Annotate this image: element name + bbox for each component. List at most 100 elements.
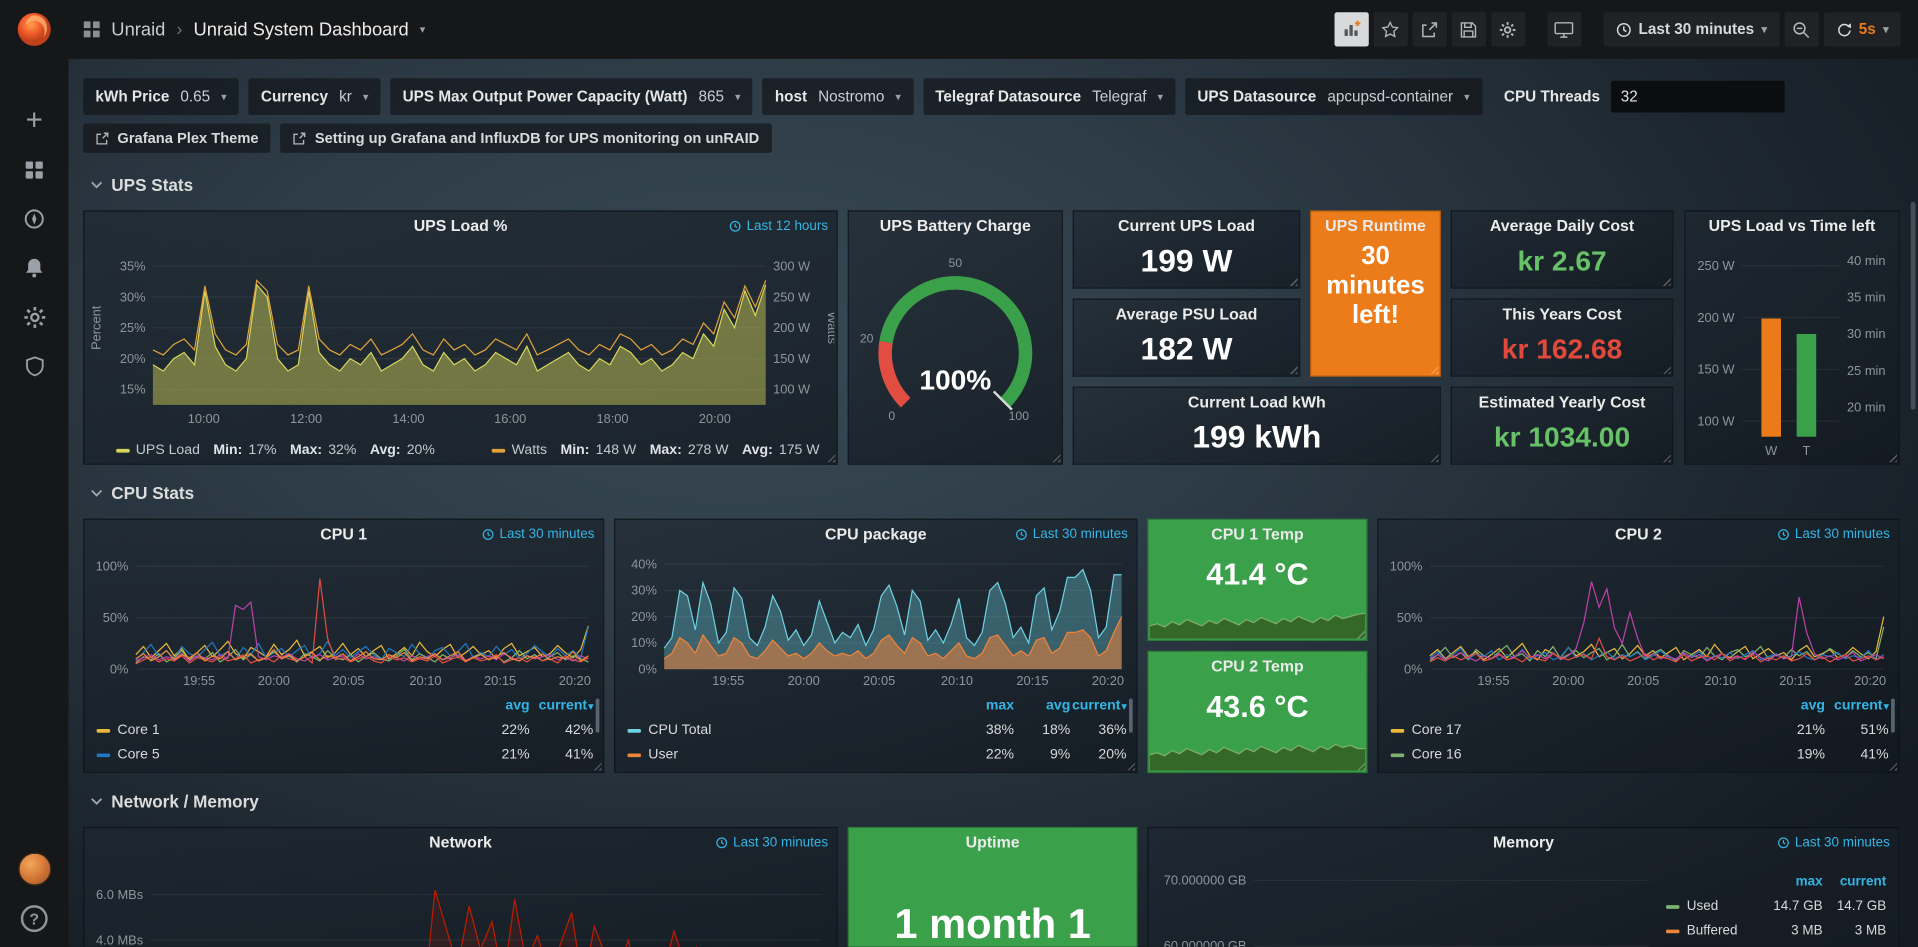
legend-header-current[interactable]: current▾ <box>1070 698 1126 713</box>
legend-item[interactable]: UPS Load Min:17% Max:32% Avg:20% <box>116 443 435 458</box>
dashboard-link-grafana-plex-theme[interactable]: Grafana Plex Theme <box>83 124 271 153</box>
dashboard-link-ups-monitoring-guide[interactable]: Setting up Grafana and InfluxDB for UPS … <box>281 124 772 153</box>
panel-title[interactable]: UPS Runtime <box>1311 212 1439 241</box>
svg-text:20%: 20% <box>631 609 657 624</box>
variable-ups-max-output[interactable]: UPS Max Output Power Capacity (Watt) 865… <box>390 78 752 115</box>
panel-time-override: Last 30 minutes <box>716 835 828 850</box>
panel-title[interactable]: Current UPS Load <box>1074 212 1299 241</box>
svg-text:20:05: 20:05 <box>863 673 895 688</box>
save-dashboard-button[interactable] <box>1451 12 1485 46</box>
legend-header-current[interactable]: current▾ <box>530 698 594 713</box>
sidebar-alerting-button[interactable] <box>0 243 68 292</box>
sidebar-configuration-button[interactable] <box>0 292 68 341</box>
ups-load-vs-time-chart[interactable]: 100 W150 W200 W250 W20 min25 min30 min35… <box>1686 241 1899 459</box>
variable-label: Telegraf Datasource <box>935 88 1081 105</box>
dashboard-settings-button[interactable] <box>1491 12 1525 46</box>
variable-ups-datasource[interactable]: UPS Datasource apcupsd-container ▾ <box>1185 78 1482 115</box>
link-label: Grafana Plex Theme <box>117 130 258 147</box>
variable-host[interactable]: host Nostromo ▾ <box>763 78 914 115</box>
cpu-threads-input[interactable] <box>1611 81 1785 113</box>
row-header-ups-stats[interactable]: UPS Stats <box>91 175 194 195</box>
external-link-icon <box>293 131 306 144</box>
user-avatar[interactable] <box>18 853 51 886</box>
cpu2-chart[interactable]: 0%50%100%19:5520:0020:0520:1020:1520:20 <box>1381 549 1896 688</box>
legend-series-name[interactable]: Core 5 <box>97 747 466 762</box>
panel-title[interactable]: Estimated Yearly Cost <box>1452 388 1672 417</box>
refresh-picker[interactable]: 5s ▾ <box>1823 12 1901 46</box>
panel-title[interactable]: CPU 1 Temp <box>1149 520 1367 549</box>
cycle-view-button[interactable] <box>1547 12 1581 46</box>
link-label: Setting up Grafana and InfluxDB for UPS … <box>315 130 759 147</box>
ups-load-chart[interactable]: 15%20%25%30%35%100 W150 W200 W250 W300 W… <box>87 241 834 427</box>
panel-resize-handle[interactable] <box>824 451 835 462</box>
sort-caret-icon: ▾ <box>1122 701 1127 712</box>
legend-scrollbar[interactable] <box>596 698 600 732</box>
legend-scrollbar[interactable] <box>1891 698 1895 732</box>
panel-title[interactable]: CPU 2 Temp <box>1149 652 1367 681</box>
legend-series-name[interactable]: User <box>628 747 958 762</box>
panel-title[interactable]: UPS Battery Charge <box>849 212 1062 241</box>
variable-telegraf-datasource[interactable]: Telegraf Datasource Telegraf ▾ <box>923 78 1175 115</box>
grafana-logo[interactable] <box>13 9 55 51</box>
legend-header-avg[interactable]: avg <box>466 698 530 713</box>
dashboard-title[interactable]: Unraid System Dashboard <box>193 19 408 40</box>
sidebar-create-button[interactable]: + <box>0 97 68 146</box>
panel-average-daily-cost: Average Daily Cost kr 2.67 <box>1451 210 1674 288</box>
legend-series-name[interactable]: CPU Total <box>628 723 958 738</box>
legend-series-name: UPS Load <box>136 443 200 458</box>
legend-series-name[interactable]: Core 1 <box>97 723 466 738</box>
clock-icon <box>482 528 494 540</box>
sidebar-admin-button[interactable] <box>0 341 68 390</box>
network-chart[interactable]: 2.0 MBs4.0 MBs6.0 MBs <box>87 857 834 946</box>
memory-chart[interactable]: 50.000000 GB60.000000 GB70.000000 GB <box>1151 857 1659 946</box>
grafana-app: + ? Unraid › Unraid System Dashboard ▾ <box>0 0 1918 947</box>
legend-header-max[interactable]: max <box>1759 875 1823 890</box>
panel-title[interactable]: Average Daily Cost <box>1452 212 1672 241</box>
panel-cpu1-temp: CPU 1 Temp 41.4 °C <box>1147 519 1367 641</box>
chevron-down-icon[interactable]: ▾ <box>420 23 426 36</box>
chevron-down-icon: ▾ <box>735 90 741 103</box>
legend-item[interactable]: Watts Min:148 W Max:278 W Avg:175 W <box>492 443 819 458</box>
legend-header-avg[interactable]: avg <box>1761 698 1825 713</box>
row-header-cpu-stats[interactable]: CPU Stats <box>91 483 195 503</box>
legend-header-current[interactable]: current <box>1823 875 1887 890</box>
sidebar-explore-button[interactable] <box>0 194 68 243</box>
legend-series-name[interactable]: Core 16 <box>1391 747 1762 762</box>
panel-title[interactable]: Uptime <box>849 828 1136 857</box>
legend-series-name[interactable]: Used <box>1666 899 1759 914</box>
panel-title[interactable]: Average PSU Load <box>1074 300 1299 329</box>
sidebar-dashboards-button[interactable] <box>0 146 68 195</box>
cpu1-chart[interactable]: 0%50%100%19:5520:0020:0520:1020:1520:20 <box>87 549 601 688</box>
panel-title[interactable]: UPS Load % <box>84 212 836 241</box>
legend-stat-label: Max: <box>650 443 682 458</box>
panel-title[interactable]: Current Load kWh <box>1074 388 1440 417</box>
share-icon <box>1420 20 1438 38</box>
legend-header-avg[interactable]: avg <box>1014 698 1070 713</box>
svg-text:30%: 30% <box>120 289 146 304</box>
svg-text:20:20: 20:20 <box>1854 673 1886 688</box>
share-dashboard-button[interactable] <box>1412 12 1446 46</box>
legend-series-name[interactable]: Buffered <box>1666 924 1759 939</box>
help-icon[interactable]: ? <box>21 905 48 932</box>
variable-kwh-price[interactable]: kWh Price 0.65 ▾ <box>83 78 239 115</box>
legend-scrollbar[interactable] <box>1129 698 1133 732</box>
main-scrollbar[interactable] <box>1911 202 1916 410</box>
star-dashboard-button[interactable] <box>1373 12 1407 46</box>
legend-series-name[interactable]: Core 17 <box>1391 723 1762 738</box>
breadcrumb-root[interactable]: Unraid <box>111 19 165 40</box>
legend-header-current[interactable]: current▾ <box>1825 698 1889 713</box>
variable-currency[interactable]: Currency kr ▾ <box>249 78 381 115</box>
add-panel-button[interactable] <box>1334 12 1368 46</box>
svg-text:50%: 50% <box>103 610 129 625</box>
zoom-out-button[interactable] <box>1784 12 1818 46</box>
cpu-package-chart[interactable]: 0%10%20%30%40%19:5520:0020:0520:1020:152… <box>618 549 1134 688</box>
legend-header-max[interactable]: max <box>958 698 1014 713</box>
time-range-picker[interactable]: Last 30 minutes ▾ <box>1603 12 1779 46</box>
svg-text:35%: 35% <box>120 258 146 273</box>
panel-title[interactable]: This Years Cost <box>1452 300 1672 329</box>
panel-title[interactable]: UPS Load vs Time left <box>1686 212 1899 241</box>
legend-row: CPU Total 38% 18% 36% <box>628 718 1127 742</box>
row-header-network-memory[interactable]: Network / Memory <box>91 791 259 811</box>
panel-current-ups-load: Current UPS Load 199 W <box>1073 210 1301 288</box>
panel-resize-handle[interactable] <box>1427 363 1438 374</box>
